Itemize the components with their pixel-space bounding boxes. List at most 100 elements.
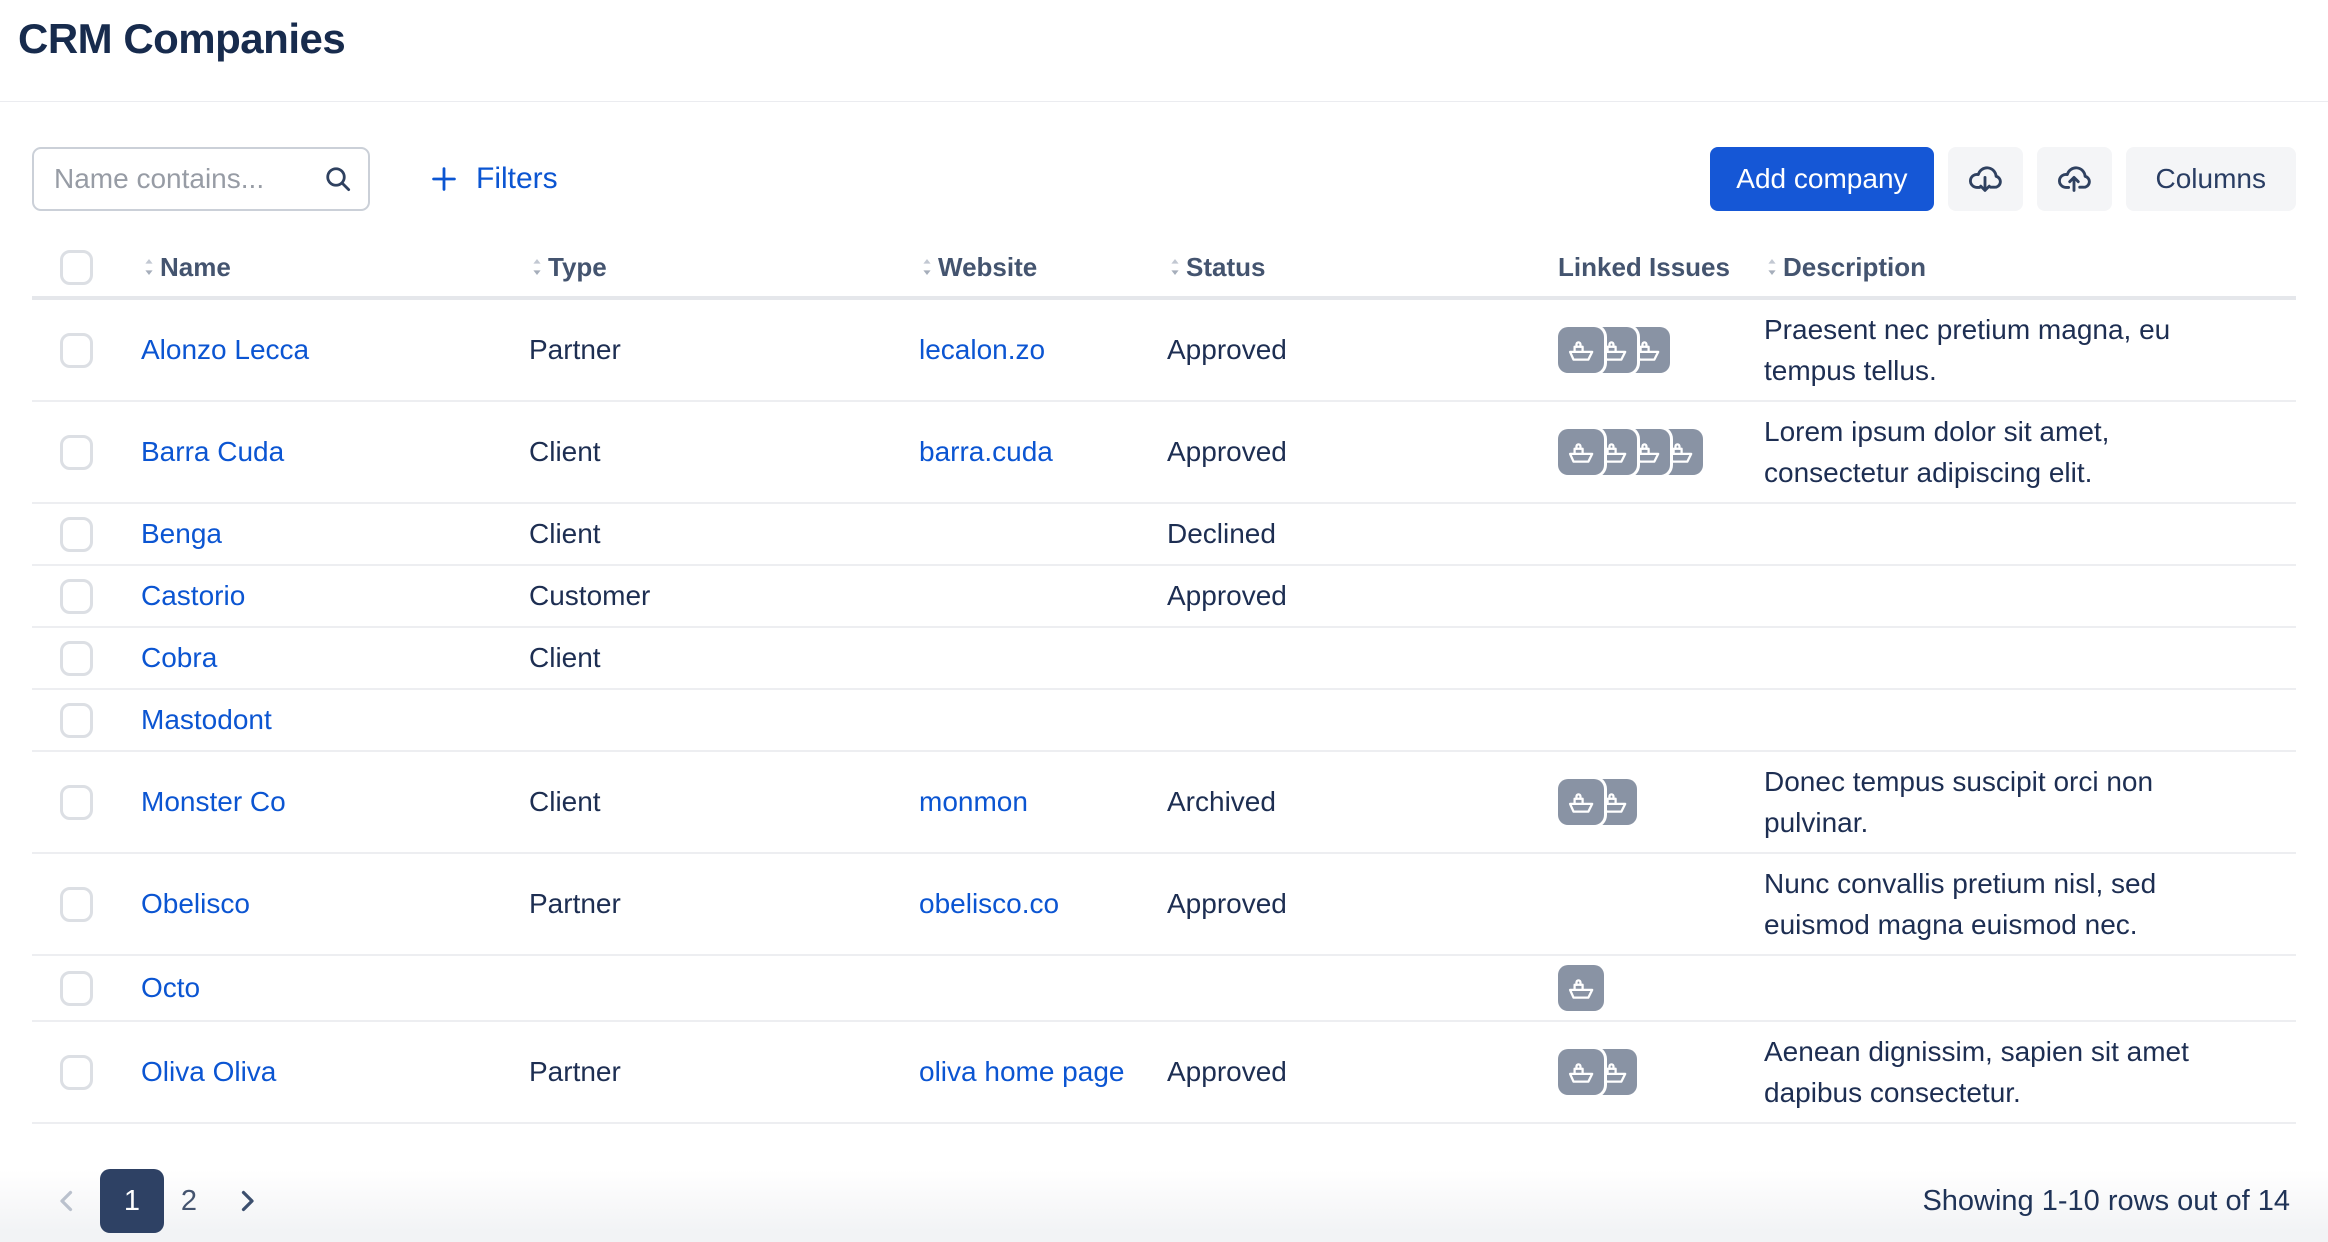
- cloud-download-icon: [1966, 160, 2004, 198]
- column-header-label: Status: [1186, 252, 1265, 283]
- row-checkbox[interactable]: [60, 435, 93, 470]
- table-row: Benga Client Declined: [32, 504, 2296, 566]
- type-cell: Customer: [510, 580, 900, 612]
- description-cell: Lorem ipsum dolor sit amet, consectetur …: [1745, 411, 2245, 493]
- column-header-name[interactable]: Name: [122, 252, 510, 283]
- linked-issues-cell: [1552, 327, 1745, 373]
- company-name-link[interactable]: Obelisco: [141, 888, 250, 919]
- website-link[interactable]: obelisco.co: [919, 888, 1059, 919]
- linked-issue-ship-icon[interactable]: [1558, 779, 1604, 825]
- row-checkbox[interactable]: [60, 641, 93, 676]
- import-button[interactable]: [1948, 147, 2023, 211]
- search-input[interactable]: [32, 147, 370, 211]
- table-header-row: NameTypeWebsite Status Linked Issues Descri…: [32, 238, 2296, 300]
- row-checkbox-cell: [32, 1055, 122, 1090]
- linked-issues-cell: [1552, 779, 1745, 825]
- column-header-description[interactable]: Description: [1745, 247, 2245, 288]
- type-cell: Client: [510, 436, 900, 468]
- website-link[interactable]: lecalon.zo: [919, 334, 1045, 365]
- page-button-2[interactable]: 2: [164, 1169, 214, 1233]
- row-checkbox[interactable]: [60, 1055, 93, 1090]
- filters-button[interactable]: Filters: [428, 162, 558, 196]
- toolbar: Filters Add company Columns: [32, 146, 2296, 212]
- status-cell: Approved: [1148, 436, 1552, 468]
- column-header-status[interactable]: Status: [1148, 252, 1552, 283]
- row-checkbox[interactable]: [60, 579, 93, 614]
- linked-issues-cell: [1552, 1049, 1745, 1095]
- table-body: Alonzo Lecca Partner lecalon.zo Approved…: [32, 300, 2296, 1124]
- status-cell: Approved: [1148, 580, 1552, 612]
- type-cell: Client: [510, 786, 900, 818]
- linked-issue-ship-icon[interactable]: [1558, 327, 1604, 373]
- row-checkbox[interactable]: [60, 971, 93, 1006]
- status-cell: Approved: [1148, 1056, 1552, 1088]
- cloud-upload-icon: [2055, 160, 2093, 198]
- table-row: Monster Co Client monmon Archived Donec …: [32, 752, 2296, 854]
- page-button-1[interactable]: 1: [100, 1169, 164, 1233]
- company-name-link[interactable]: Benga: [141, 518, 222, 549]
- page-header: CRM Companies: [0, 0, 2328, 102]
- company-name-link[interactable]: Barra Cuda: [141, 436, 284, 467]
- sort-icon: [529, 253, 545, 281]
- table-row: Octo: [32, 956, 2296, 1022]
- search-field: [32, 147, 370, 211]
- name-cell: Monster Co: [122, 786, 510, 818]
- company-name-link[interactable]: Oliva Oliva: [141, 1056, 276, 1087]
- export-button[interactable]: [2037, 147, 2112, 211]
- ship-icon: [1565, 786, 1597, 818]
- sort-icon: [141, 253, 157, 281]
- row-checkbox[interactable]: [60, 785, 93, 820]
- table-row: Barra Cuda Client barra.cuda Approved Lo…: [32, 402, 2296, 504]
- select-all-checkbox[interactable]: [60, 250, 93, 285]
- linked-issue-ship-icon[interactable]: [1558, 429, 1604, 475]
- row-checkbox-cell: [32, 333, 122, 368]
- row-checkbox[interactable]: [60, 517, 93, 552]
- column-header-linked-issues[interactable]: Linked Issues: [1552, 252, 1745, 283]
- table-row: Alonzo Lecca Partner lecalon.zo Approved…: [32, 300, 2296, 402]
- description-cell: Aenean dignissim, sapien sit amet dapibu…: [1745, 1031, 2245, 1113]
- website-cell: obelisco.co: [900, 888, 1148, 920]
- row-checkbox[interactable]: [60, 333, 93, 368]
- chevron-right-icon: [232, 1186, 262, 1216]
- linked-issue-ship-icon[interactable]: [1558, 1049, 1604, 1095]
- website-cell: barra.cuda: [900, 436, 1148, 468]
- company-name-link[interactable]: Castorio: [141, 580, 245, 611]
- row-checkbox-cell: [32, 435, 122, 470]
- website-link[interactable]: oliva home page: [919, 1056, 1124, 1087]
- add-company-button[interactable]: Add company: [1710, 147, 1933, 211]
- column-header-type[interactable]: Type: [510, 252, 900, 283]
- name-cell: Mastodont: [122, 704, 510, 736]
- row-checkbox[interactable]: [60, 887, 93, 922]
- website-cell: monmon: [900, 786, 1148, 818]
- page-title: CRM Companies: [18, 10, 2328, 68]
- website-cell: oliva home page: [900, 1056, 1148, 1088]
- chevron-left-icon: [52, 1186, 82, 1216]
- ship-icon: [1565, 334, 1597, 366]
- status-cell: Declined: [1148, 518, 1552, 550]
- column-header-label: Linked Issues: [1558, 252, 1730, 283]
- plus-icon: [428, 163, 460, 195]
- column-header-website[interactable]: Website: [900, 252, 1148, 283]
- previous-page-button[interactable]: [44, 1169, 90, 1233]
- name-cell: Obelisco: [122, 888, 510, 920]
- next-page-button[interactable]: [224, 1169, 270, 1233]
- ship-icon: [1565, 436, 1597, 468]
- name-cell: Alonzo Lecca: [122, 334, 510, 366]
- company-name-link[interactable]: Monster Co: [141, 786, 286, 817]
- row-checkbox[interactable]: [60, 703, 93, 738]
- name-cell: Oliva Oliva: [122, 1056, 510, 1088]
- column-header-label: Description: [1783, 247, 1926, 288]
- linked-issue-ship-icon[interactable]: [1558, 965, 1604, 1011]
- company-name-link[interactable]: Mastodont: [141, 704, 272, 735]
- name-cell: Benga: [122, 518, 510, 550]
- description-cell: Donec tempus suscipit orci non pulvinar.: [1745, 761, 2245, 843]
- company-name-link[interactable]: Cobra: [141, 642, 217, 673]
- header-checkbox-cell: [32, 250, 122, 285]
- website-link[interactable]: barra.cuda: [919, 436, 1053, 467]
- website-link[interactable]: monmon: [919, 786, 1028, 817]
- columns-button[interactable]: Columns: [2126, 147, 2296, 211]
- company-name-link[interactable]: Alonzo Lecca: [141, 334, 309, 365]
- type-cell: Partner: [510, 1056, 900, 1088]
- description-cell: Nunc convallis pretium nisl, sed euismod…: [1745, 863, 2245, 945]
- company-name-link[interactable]: Octo: [141, 972, 200, 1003]
